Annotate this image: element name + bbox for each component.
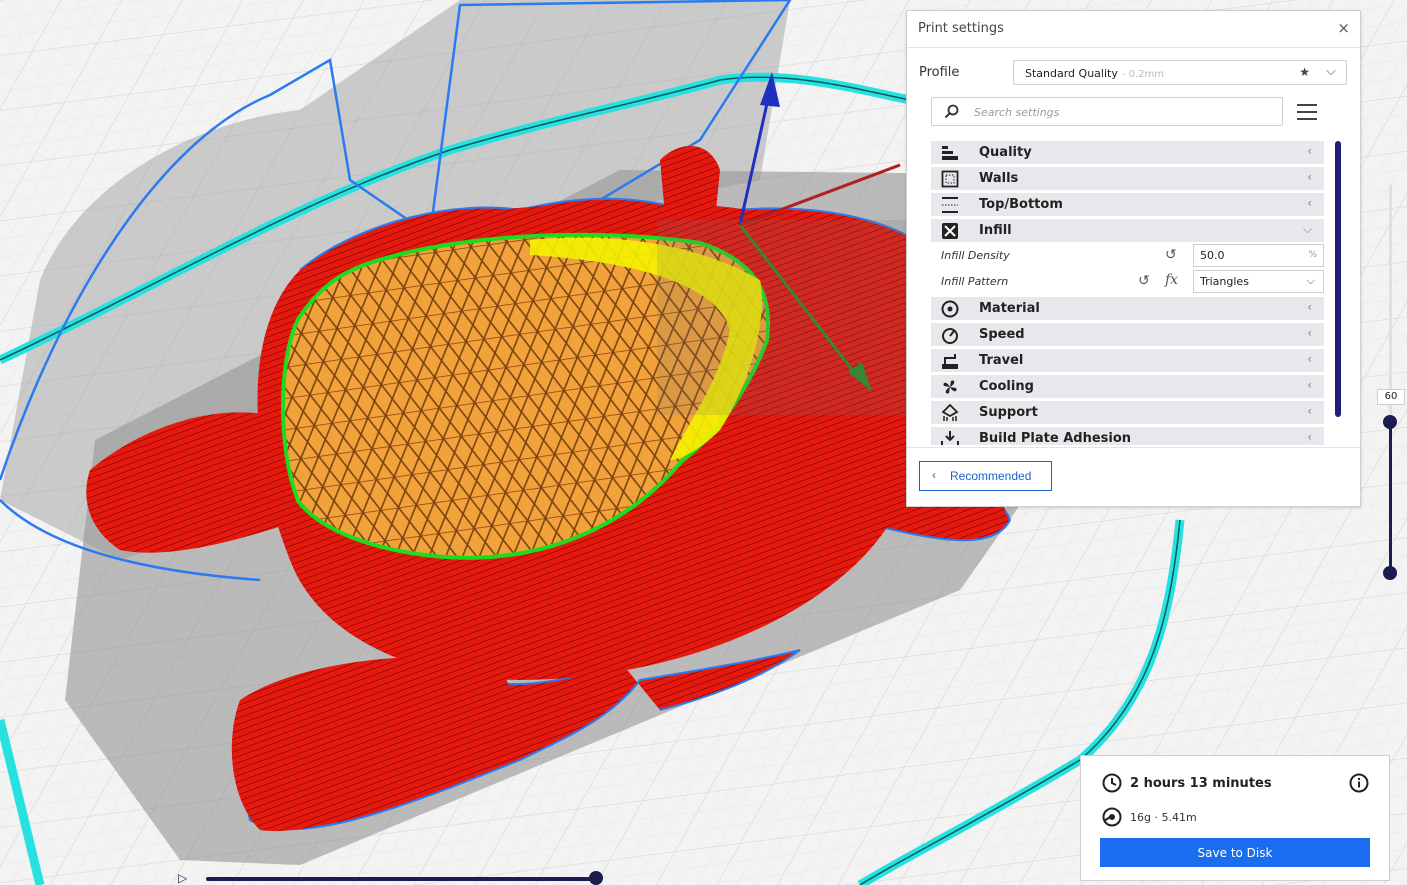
print-settings-panel: Print settings × Profile Standard Qualit… — [906, 10, 1361, 507]
category-label: Material — [979, 301, 1040, 316]
profile-layer-height: - 0.2mm — [1121, 69, 1165, 80]
panel-title: Print settings — [918, 21, 1004, 36]
layer-slider-range — [1389, 422, 1392, 574]
category-label: Speed — [979, 327, 1025, 342]
category-quality[interactable]: Quality ‹ — [931, 141, 1324, 164]
category-top-bottom[interactable]: Top/Bottom ‹ — [931, 193, 1324, 216]
chevron-left-icon: ‹ — [1307, 144, 1312, 158]
quality-icon — [942, 146, 958, 160]
reset-icon[interactable]: ↺ — [1138, 273, 1150, 289]
category-label: Walls — [979, 171, 1019, 186]
category-walls[interactable]: Walls ‹ — [931, 167, 1324, 190]
infill-density-label: Infill Density — [941, 249, 1010, 262]
chevron-left-icon: ‹ — [1307, 430, 1312, 444]
adhesion-icon — [941, 431, 959, 445]
category-support[interactable]: Support ‹ — [931, 401, 1324, 424]
reset-icon[interactable]: ↺ — [1165, 247, 1177, 263]
save-to-disk-button[interactable]: Save to Disk — [1100, 838, 1370, 867]
chevron-down-icon: ⌵ — [1302, 222, 1312, 236]
close-icon[interactable]: × — [1337, 19, 1350, 37]
recommended-label: Recommended — [950, 469, 1032, 483]
category-cooling[interactable]: Cooling ‹ — [931, 375, 1324, 398]
settings-menu-icon[interactable] — [1297, 104, 1317, 120]
walls-icon — [941, 170, 959, 188]
chevron-down-icon: ⌵ — [1326, 64, 1336, 79]
recommended-button[interactable]: ‹ Recommended — [919, 461, 1052, 491]
search-icon — [944, 104, 959, 119]
print-summary-panel: 2 hours 13 minutes 16g · 5.41m Save to D… — [1080, 755, 1390, 881]
infill-density-unit: % — [1308, 250, 1317, 260]
cooling-icon — [943, 380, 957, 394]
category-label: Infill — [979, 223, 1012, 238]
infill-pattern-value: Triangles — [1200, 275, 1249, 288]
category-material[interactable]: Material ‹ — [931, 297, 1324, 320]
category-label: Cooling — [979, 379, 1034, 394]
panel-footer: ‹ Recommended — [907, 447, 1360, 508]
category-label: Travel — [979, 353, 1024, 368]
category-label: Top/Bottom — [979, 197, 1063, 212]
infill-density-input[interactable]: 50.0 % — [1193, 244, 1324, 267]
infill-icon — [942, 223, 958, 239]
search-box[interactable] — [931, 97, 1283, 126]
chevron-left-icon: ‹ — [932, 468, 936, 482]
layer-slider-lower-handle[interactable] — [1383, 566, 1397, 580]
function-icon[interactable]: fx — [1165, 272, 1178, 288]
travel-icon — [942, 354, 958, 369]
infill-pattern-label: Infill Pattern — [941, 275, 1009, 288]
profile-row: Profile Standard Quality - 0.2mm ★ ⌵ — [919, 60, 1349, 86]
settings-list: Quality ‹ Walls ‹ Top/Bottom ‹ Infill ⌵ … — [931, 139, 1326, 445]
category-label: Quality — [979, 145, 1032, 160]
infill-density-value: 50.0 — [1200, 249, 1225, 262]
star-icon[interactable]: ★ — [1299, 65, 1310, 79]
infill-pattern-select[interactable]: Triangles ⌵ — [1193, 270, 1324, 293]
support-icon — [941, 404, 959, 421]
material-usage: 16g · 5.41m — [1130, 811, 1197, 824]
chevron-left-icon: ‹ — [1307, 378, 1312, 392]
chevron-left-icon: ‹ — [1307, 326, 1312, 340]
chevron-left-icon: ‹ — [1307, 404, 1312, 418]
speed-icon — [942, 328, 958, 344]
category-label: Support — [979, 405, 1038, 420]
infill-density-row: Infill Density ↺ 50.0 % — [931, 243, 1326, 268]
settings-scrollbar[interactable] — [1335, 141, 1341, 417]
chevron-left-icon: ‹ — [1307, 196, 1312, 210]
infill-pattern-row: Infill Pattern ↺ fx Triangles ⌵ — [931, 269, 1326, 294]
chevron-left-icon: ‹ — [1307, 352, 1312, 366]
chevron-left-icon: ‹ — [1307, 300, 1312, 314]
layer-value[interactable]: 60 — [1377, 389, 1405, 405]
category-travel[interactable]: Travel ‹ — [931, 349, 1324, 372]
info-icon[interactable] — [1349, 773, 1369, 793]
print-time: 2 hours 13 minutes — [1130, 776, 1272, 791]
chevron-down-icon: ⌵ — [1306, 274, 1315, 287]
profile-dropdown[interactable]: Standard Quality - 0.2mm ★ ⌵ — [1013, 60, 1347, 85]
category-build-plate-adhesion[interactable]: Build Plate Adhesion ‹ — [931, 427, 1324, 445]
profile-label: Profile — [919, 65, 960, 80]
category-infill[interactable]: Infill ⌵ — [931, 219, 1324, 242]
category-label: Build Plate Adhesion — [979, 431, 1132, 445]
simulation-slider-handle[interactable] — [589, 871, 603, 885]
clock-icon — [1102, 773, 1122, 793]
search-input[interactable] — [972, 102, 1276, 123]
play-icon[interactable]: ▷ — [178, 871, 187, 885]
category-speed[interactable]: Speed ‹ — [931, 323, 1324, 346]
panel-header: Print settings × — [907, 11, 1360, 48]
spool-icon — [1102, 807, 1122, 827]
simulation-slider-track[interactable] — [206, 877, 598, 881]
profile-name: Standard Quality - 0.2mm — [1025, 67, 1164, 80]
top-bottom-icon — [942, 197, 958, 213]
layer-slider-upper-handle[interactable] — [1383, 415, 1397, 429]
profile-name-text: Standard Quality — [1025, 67, 1118, 80]
material-icon — [941, 300, 959, 318]
chevron-left-icon: ‹ — [1307, 170, 1312, 184]
